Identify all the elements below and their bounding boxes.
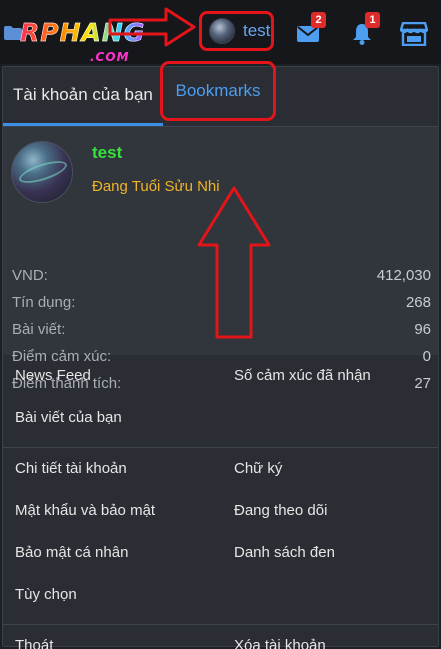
messages-button[interactable]: 2	[288, 12, 328, 54]
stat-label: VND:	[12, 267, 48, 284]
stat-posts: Bài viết: 96	[12, 321, 431, 348]
link-password-security[interactable]: Mật khẩu và bảo mật	[15, 502, 155, 519]
link-group-settings: Chi tiết tài khoản Chữ ký Mật khẩu và bả…	[3, 448, 438, 625]
arrow-right-annotation	[108, 7, 196, 47]
stat-vnd: VND: 412,030	[12, 267, 431, 294]
link-your-posts[interactable]: Bài viết của bạn	[15, 409, 122, 426]
link-news-feed[interactable]: News Feed	[15, 367, 91, 384]
profile-name[interactable]: test	[92, 143, 122, 163]
account-dropdown: Tài khoản của bạn Bookmarks test Đang Tu…	[2, 61, 439, 649]
account-links: News Feed Số cảm xúc đã nhận Bài viết củ…	[3, 355, 438, 649]
alerts-badge: 1	[365, 12, 380, 28]
stat-label: Bài viết:	[12, 321, 66, 338]
link-reactions-received[interactable]: Số cảm xúc đã nhận	[234, 367, 371, 384]
store-button[interactable]	[394, 14, 434, 54]
link-privacy[interactable]: Bảo mật cá nhân	[15, 544, 128, 561]
link-delete-account[interactable]: Xóa tài khoản	[234, 637, 326, 649]
tab-your-account[interactable]: Tài khoản của bạn	[3, 67, 163, 126]
account-tabs: Tài khoản của bạn Bookmarks	[3, 61, 438, 127]
stat-value: 96	[414, 321, 431, 338]
stat-value: 268	[405, 294, 431, 311]
link-ignoring[interactable]: Danh sách đen	[234, 544, 335, 561]
stat-label: Tín dụng:	[12, 294, 76, 311]
stat-value: 412,030	[376, 267, 431, 284]
link-following[interactable]: Đang theo dõi	[234, 502, 327, 519]
avatar	[209, 18, 235, 44]
link-group-activity: News Feed Số cảm xúc đã nhận Bài viết củ…	[3, 355, 438, 448]
messages-badge: 2	[311, 12, 326, 28]
alerts-button[interactable]: 1	[342, 12, 382, 54]
tab-bookmarks[interactable]: Bookmarks	[160, 61, 276, 121]
top-bar: RPHANG .COM test 2 1	[0, 0, 441, 64]
profile-avatar[interactable]	[11, 141, 73, 203]
store-icon	[400, 22, 428, 46]
link-signature[interactable]: Chữ ký	[234, 460, 282, 477]
link-group-session: Thoát Xóa tài khoản	[3, 625, 438, 649]
stat-credits: Tín dụng: 268	[12, 294, 431, 321]
user-menu-button[interactable]: test	[199, 11, 274, 51]
logo-subtext: .COM	[90, 50, 130, 64]
profile-summary: test Đang Tuổi Sửu Nhi VND: 412,030 Tín …	[3, 127, 438, 392]
link-logout[interactable]: Thoát	[15, 637, 53, 649]
header-username: test	[243, 21, 271, 40]
link-account-details[interactable]: Chi tiết tài khoản	[15, 460, 127, 477]
link-preferences[interactable]: Tùy chọn	[15, 586, 77, 603]
